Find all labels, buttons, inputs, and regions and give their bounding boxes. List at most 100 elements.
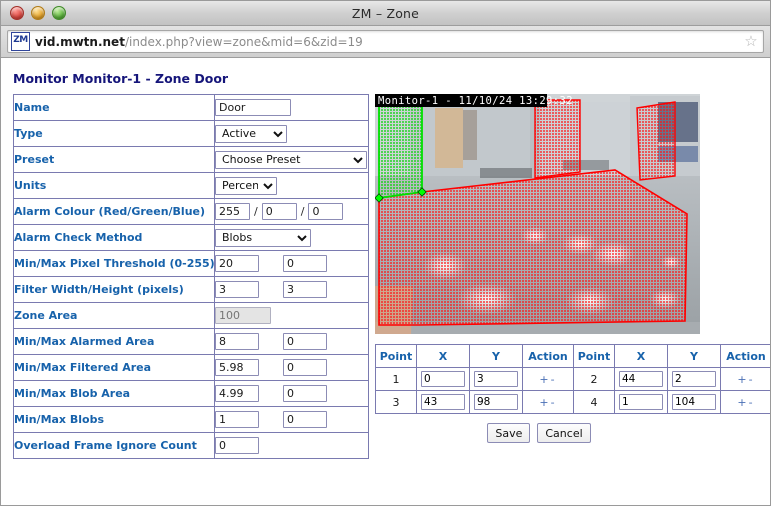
points-header-point-left: Point (375, 344, 417, 368)
settings-field-name (214, 94, 369, 121)
field-row (215, 99, 368, 116)
settings-row-min-max-blob-area: Min/Max Blob Area (13, 380, 369, 407)
point-y-input[interactable] (672, 371, 716, 387)
point-x-cell (416, 367, 470, 391)
input-overload-frame-ignore-count[interactable] (215, 437, 259, 454)
field-row: PercentPixels (215, 176, 368, 195)
field-row: ActiveInactiveExclusivePreclusiveInclusi… (215, 124, 368, 143)
input-min-max-blob-area-min[interactable] (215, 385, 259, 402)
points-header-point-right: Point (573, 344, 615, 368)
point-x-input[interactable] (421, 394, 465, 410)
settings-label-zone-area: Zone Area (13, 302, 215, 329)
select-preset[interactable]: Choose PresetFast, low sensitivityFast, … (215, 150, 367, 169)
input-min-max-blob-area-max[interactable] (283, 385, 327, 402)
input-alarm-colour-blue[interactable] (308, 203, 344, 220)
settings-label-min-max-filtered-area: Min/Max Filtered Area (13, 354, 215, 381)
add-point-button[interactable]: + (737, 373, 748, 386)
settings-row-min-max-filtered-area: Min/Max Filtered Area (13, 354, 369, 381)
point-x-input[interactable] (619, 394, 663, 410)
points-header-action-right: Action (720, 344, 770, 368)
input-min-max-pixel-threshold-0-255-max[interactable] (283, 255, 327, 272)
point-y-cell (469, 390, 523, 414)
point-x-input[interactable] (619, 371, 663, 387)
input-min-max-blobs-max[interactable] (283, 411, 327, 428)
input-filter-width-height-pixels-max[interactable] (283, 281, 327, 298)
add-point-button[interactable]: + (539, 396, 550, 409)
points-row: 1+-2+- (375, 367, 770, 391)
field-row (215, 255, 368, 272)
remove-point-button[interactable]: - (749, 373, 755, 386)
select-type[interactable]: ActiveInactiveExclusivePreclusiveInclusi… (215, 124, 287, 143)
input-min-max-alarmed-area-min[interactable] (215, 333, 259, 350)
field-row (215, 385, 368, 402)
settings-label-name: Name (13, 94, 215, 121)
content-columns: NameTypeActiveInactiveExclusivePreclusiv… (1, 94, 770, 459)
point-y-input[interactable] (474, 394, 518, 410)
field-row (215, 307, 368, 324)
remove-point-button[interactable]: - (551, 373, 557, 386)
browser-window: ZM – Zone ZM vid.mwtn.net/index.php?view… (0, 0, 771, 506)
select-alarm-check-method[interactable]: BlobsFilteredPixelsAlarmedPixels (215, 228, 311, 247)
input-alarm-colour-red[interactable] (215, 203, 250, 220)
separator-slash: / (300, 205, 305, 218)
field-row (215, 281, 368, 298)
settings-field-units: PercentPixels (214, 172, 369, 199)
browser-toolbar: ZM vid.mwtn.net/index.php?view=zone&mid=… (1, 26, 770, 58)
settings-field-preset: Choose PresetFast, low sensitivityFast, … (214, 146, 369, 173)
settings-label-alarm-colour-red-green-blue: Alarm Colour (Red/Green/Blue) (13, 198, 215, 225)
settings-label-min-max-pixel-threshold-0-255: Min/Max Pixel Threshold (0-255) (13, 250, 215, 277)
settings-row-overload-frame-ignore-count: Overload Frame Ignore Count (13, 432, 369, 459)
settings-field-min-max-pixel-threshold-0-255 (214, 250, 369, 277)
points-header-x-left: X (416, 344, 470, 368)
settings-label-filter-width-height-pixels: Filter Width/Height (pixels) (13, 276, 215, 303)
input-min-max-pixel-threshold-0-255-min[interactable] (215, 255, 259, 272)
settings-label-type: Type (13, 120, 215, 147)
points-header-action-left: Action (522, 344, 574, 368)
window-titlebar: ZM – Zone (1, 1, 770, 26)
url-path: /index.php?view=zone&mid=6&zid=19 (124, 34, 363, 49)
input-min-max-blobs-min[interactable] (215, 411, 259, 428)
point-action-cell: +- (522, 390, 574, 414)
add-point-button[interactable]: + (539, 373, 550, 386)
settings-field-min-max-blob-area (214, 380, 369, 407)
zone-video-preview[interactable]: Monitor-1 - 11/10/24 13:29:32 (375, 94, 700, 334)
page-title: Monitor Monitor-1 - Zone Door (13, 71, 229, 86)
points-header-y-left: Y (469, 344, 523, 368)
point-x-input[interactable] (421, 371, 465, 387)
address-bar[interactable]: ZM vid.mwtn.net/index.php?view=zone&mid=… (7, 30, 764, 53)
settings-row-zone-area: Zone Area (13, 302, 369, 329)
settings-row-units: UnitsPercentPixels (13, 172, 369, 199)
site-favicon-icon: ZM (11, 32, 30, 51)
points-table-head: Point X Y Action Point X Y Action (375, 344, 770, 368)
bookmark-star-icon[interactable]: ☆ (741, 34, 761, 49)
select-units[interactable]: PercentPixels (215, 176, 277, 195)
settings-row-min-max-pixel-threshold-0-255: Min/Max Pixel Threshold (0-255) (13, 250, 369, 277)
input-name[interactable] (215, 99, 291, 116)
points-header-x-right: X (614, 344, 668, 368)
settings-field-alarm-check-method: BlobsFilteredPixelsAlarmedPixels (214, 224, 369, 251)
field-row (215, 359, 368, 376)
point-y-input[interactable] (672, 394, 716, 410)
points-header-row: Point X Y Action Point X Y Action (375, 344, 770, 368)
input-min-max-filtered-area-max[interactable] (283, 359, 327, 376)
input-alarm-colour-green[interactable] (261, 203, 297, 220)
remove-point-button[interactable]: - (551, 396, 557, 409)
settings-label-min-max-blob-area: Min/Max Blob Area (13, 380, 215, 407)
settings-row-alarm-colour-red-green-blue: Alarm Colour (Red/Green/Blue)// (13, 198, 369, 225)
input-min-max-filtered-area-min[interactable] (215, 359, 259, 376)
page-content: Monitor Monitor-1 - Zone Door NameTypeAc… (1, 58, 770, 505)
settings-field-alarm-colour-red-green-blue: // (214, 198, 369, 225)
save-button[interactable]: Save (487, 423, 531, 443)
input-min-max-alarmed-area-max[interactable] (283, 333, 327, 350)
point-number: 2 (573, 367, 615, 391)
point-y-input[interactable] (474, 371, 518, 387)
point-number: 1 (375, 367, 417, 391)
point-y-cell (469, 367, 523, 391)
input-filter-width-height-pixels-min[interactable] (215, 281, 259, 298)
add-point-button[interactable]: + (737, 396, 748, 409)
cancel-button[interactable]: Cancel (537, 423, 591, 443)
settings-row-type: TypeActiveInactiveExclusivePreclusiveInc… (13, 120, 369, 147)
right-column: Monitor-1 - 11/10/24 13:29:32 Point X Y … (375, 94, 770, 443)
settings-label-units: Units (13, 172, 215, 199)
remove-point-button[interactable]: - (749, 396, 755, 409)
